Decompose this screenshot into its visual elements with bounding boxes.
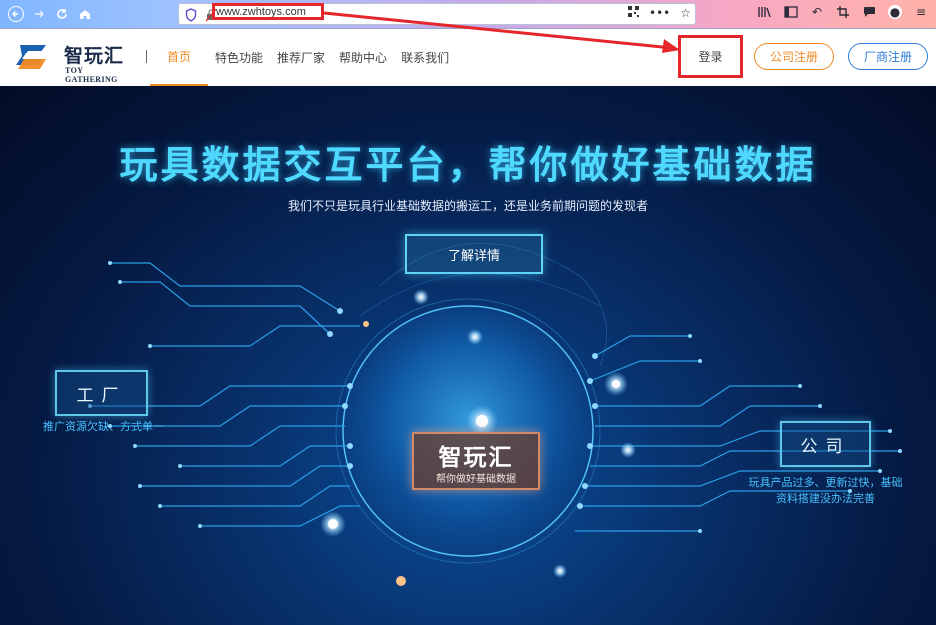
sidebar-icon[interactable] — [784, 5, 798, 19]
factory-register-button[interactable]: 厂商注册 — [848, 43, 928, 70]
company-caption-line-1: 玩具产品过多、更新过快，基础 — [748, 476, 903, 489]
url-highlight-box — [212, 3, 324, 20]
nav-features[interactable]: 特色功能 — [208, 29, 270, 86]
login-link[interactable]: 登录 — [678, 35, 743, 78]
site-header: 智玩汇 TOY GATHERING 首页 特色功能 推荐厂家 帮助中心 联系我们… — [0, 29, 936, 86]
factory-caption: 推广资源欠缺、方式单一 — [43, 420, 164, 433]
company-panel: 公司 — [780, 421, 871, 467]
bookmark-star-icon[interactable]: ☆ — [680, 6, 691, 20]
company-caption: 玩具产品过多、更新过快，基础 资料搭建没办法完善 — [738, 475, 913, 507]
center-brand-box: 智玩汇 帮你做好基础数据 — [412, 432, 540, 490]
forward-arrow-icon[interactable] — [29, 4, 49, 24]
home-icon[interactable] — [75, 4, 95, 24]
company-register-button[interactable]: 公司注册 — [754, 43, 834, 70]
undo-icon[interactable]: ↶ — [810, 5, 824, 19]
learn-more-button[interactable]: 了解详情 — [405, 234, 543, 274]
logo-tagline: TOY GATHERING — [65, 66, 118, 84]
browser-toolbar: ••• ☆ www.zwhtoys.com ↶ ● ≡ — [0, 0, 936, 29]
logo-name: 智玩汇 — [64, 45, 125, 67]
center-brand-subtitle: 帮你做好基础数据 — [436, 474, 516, 485]
menu-icon[interactable]: ≡ — [914, 5, 928, 19]
main-nav: 首页 特色功能 推荐厂家 帮助中心 联系我们 — [150, 29, 456, 86]
nav-contact-us[interactable]: 联系我们 — [394, 29, 456, 86]
logo-divider — [146, 50, 147, 63]
company-caption-line-2: 资料搭建没办法完善 — [776, 492, 875, 505]
account-icon[interactable]: ● — [888, 5, 902, 19]
hero-banner: 玩具数据交互平台，帮你做好基础数据 我们不只是玩具行业基础数据的搬运工，还是业务… — [0, 86, 936, 625]
nav-recommended-factories[interactable]: 推荐厂家 — [270, 29, 332, 86]
crop-icon[interactable] — [836, 5, 850, 19]
hero-subtitle: 我们不只是玩具行业基础数据的搬运工，还是业务前期问题的发现者 — [287, 199, 648, 213]
nav-home[interactable]: 首页 — [150, 29, 209, 86]
hero-title: 玩具数据交互平台，帮你做好基础数据 — [119, 143, 817, 187]
factory-panel: 工厂 — [55, 370, 148, 416]
reload-icon[interactable] — [52, 4, 72, 24]
center-brand-title: 智玩汇 — [438, 445, 514, 471]
nav-help-center[interactable]: 帮助中心 — [332, 29, 394, 86]
qr-code-icon[interactable] — [628, 6, 639, 20]
more-actions-icon[interactable]: ••• — [649, 6, 670, 20]
site-logo[interactable]: 智玩汇 TOY GATHERING — [12, 39, 137, 84]
library-icon[interactable] — [758, 5, 772, 19]
back-arrow-icon[interactable] — [6, 4, 26, 24]
logo-mark-icon — [16, 45, 46, 69]
chat-icon[interactable] — [862, 5, 876, 19]
shield-icon[interactable] — [185, 7, 197, 26]
